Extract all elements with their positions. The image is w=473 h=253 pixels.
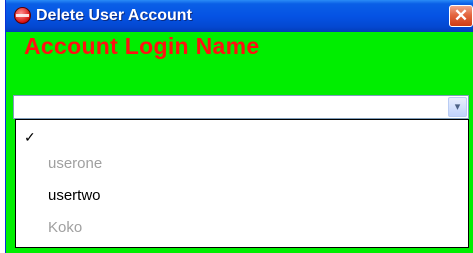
- account-login-name-combobox[interactable]: ▾: [13, 95, 469, 119]
- dropdown-option-koko: Koko: [16, 217, 468, 239]
- chevron-down-icon[interactable]: ▾: [448, 97, 467, 117]
- account-login-name-label: Account Login Name: [24, 33, 260, 59]
- dropdown-option-usertwo[interactable]: usertwo: [16, 185, 468, 207]
- option-label: usertwo: [48, 187, 101, 204]
- title-bar[interactable]: Delete User Account ✕: [6, 0, 473, 32]
- option-label: userone: [48, 155, 103, 172]
- app-logo-icon: [14, 7, 31, 24]
- checkmark-icon: ✓: [24, 129, 36, 145]
- account-dropdown-list: ✓ userone usertwo Koko: [15, 119, 469, 248]
- dropdown-option-userone: userone: [16, 153, 468, 175]
- window-title: Delete User Account: [36, 7, 192, 24]
- close-button[interactable]: ✕: [449, 5, 473, 27]
- option-label: Koko: [48, 219, 83, 236]
- dropdown-option-blank[interactable]: ✓: [16, 126, 468, 148]
